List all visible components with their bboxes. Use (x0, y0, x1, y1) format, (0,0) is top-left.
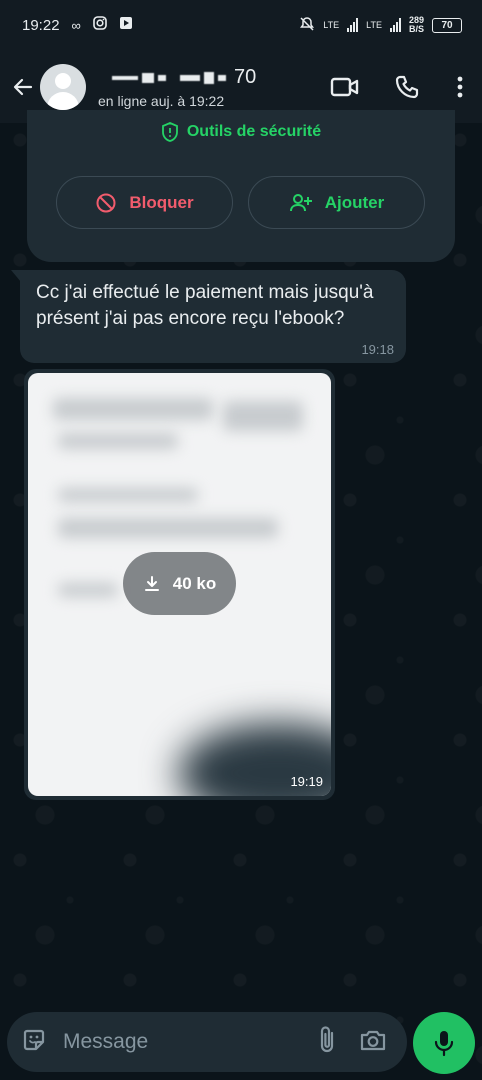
name-suffix: 70 (234, 66, 257, 88)
paperclip-icon (320, 1025, 334, 1052)
video-camera-icon (330, 77, 359, 96)
media-message-time: 19:19 (290, 774, 323, 789)
signal-icon (347, 18, 359, 32)
instagram-icon (93, 16, 107, 34)
download-button[interactable]: 40 ko (123, 552, 236, 615)
battery-icon: 70 (432, 17, 462, 33)
contact-info[interactable]: 70 en ligne auj. à 19:22 (98, 65, 256, 109)
status-time: 19:22 (22, 16, 60, 34)
mute-icon (299, 16, 315, 34)
voice-message-button[interactable] (413, 1012, 475, 1074)
message-time: 19:18 (361, 342, 394, 357)
block-button[interactable]: Bloquer (56, 176, 233, 229)
safety-tools-link[interactable]: Outils de sécurité (27, 122, 455, 142)
message-input[interactable] (63, 1030, 283, 1054)
status-bar: 19:22 ∞ LTE LTE 289 B/S 70 (0, 0, 482, 50)
lte-label-1: LTE (323, 20, 340, 30)
contact-name: 70 (98, 65, 256, 91)
download-size: 40 ko (172, 573, 217, 593)
add-label: Ajouter (324, 192, 385, 212)
add-contact-button[interactable]: Ajouter (248, 176, 425, 229)
phone-icon (395, 75, 419, 98)
video-call-button[interactable] (314, 62, 376, 112)
speed-unit: B/S (408, 24, 424, 34)
avatar[interactable] (40, 63, 86, 110)
block-label: Bloquer (129, 192, 194, 212)
blurred-media-preview[interactable]: 40 ko 19:19 (28, 373, 331, 796)
message-bubble[interactable]: Cc j'ai effectué le paiement mais jusqu'… (20, 270, 406, 363)
more-vertical-icon (457, 76, 463, 97)
microphone-icon (434, 1031, 454, 1057)
camera-button[interactable] (359, 1028, 387, 1057)
add-person-icon (289, 193, 312, 211)
safety-tools-card: Outils de sécurité Bloquer Ajouter (27, 110, 455, 262)
camera-icon (360, 1030, 386, 1050)
signal-icon (389, 18, 401, 32)
block-icon (96, 193, 116, 212)
network-speed: 289 B/S (409, 16, 424, 34)
back-button[interactable] (8, 67, 38, 107)
lte-label-2: LTE (366, 20, 382, 30)
shield-icon (161, 122, 178, 142)
voice-call-button[interactable] (376, 62, 438, 112)
download-icon (144, 575, 159, 591)
last-seen-status: en ligne auj. à 19:22 (98, 92, 225, 109)
more-options-button[interactable] (438, 62, 482, 112)
media-message-bubble[interactable]: 40 ko 19:19 (24, 369, 335, 800)
app-notification-icon (119, 16, 133, 34)
message-text: Cc j'ai effectué le paiement mais jusqu'… (36, 282, 374, 329)
sticker-icon (23, 1029, 45, 1050)
redacted-name (112, 75, 138, 80)
emoji-sticker-button[interactable] (21, 1027, 47, 1058)
safety-tools-label: Outils de sécurité (186, 123, 322, 140)
infinity-icon: ∞ (71, 17, 81, 33)
attach-button[interactable] (317, 1025, 337, 1060)
arrow-left-icon (13, 78, 33, 95)
message-composer (7, 1012, 407, 1072)
